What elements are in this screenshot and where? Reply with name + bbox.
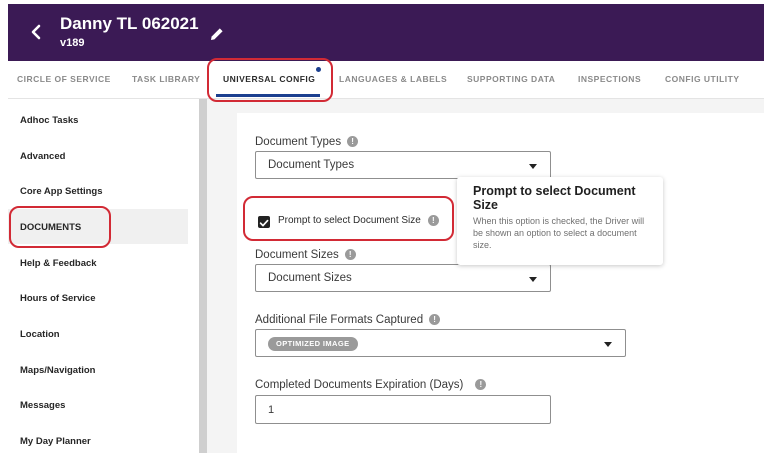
checkmark-icon	[259, 219, 269, 227]
tab-supporting-data[interactable]: SUPPORTING DATA	[467, 74, 555, 84]
sidebar-item-adhoc-tasks[interactable]: Adhoc Tasks	[20, 115, 78, 126]
sidebar-scrollbar[interactable]	[199, 99, 207, 453]
page-title: Danny TL 062021	[60, 14, 199, 33]
document-types-select[interactable]: Document Types	[255, 151, 551, 179]
expiration-days-value: 1	[268, 404, 275, 416]
tab-bar: CIRCLE OF SERVICE TASK LIBRARY UNIVERSAL…	[8, 61, 764, 99]
info-icon[interactable]: !	[429, 314, 441, 326]
back-button[interactable]	[22, 17, 52, 47]
document-sizes-select[interactable]: Document Sizes	[255, 264, 551, 292]
sidebar-item-advanced[interactable]: Advanced	[20, 151, 65, 162]
sidebar-item-messages[interactable]: Messages	[20, 400, 65, 411]
tab-universal-config[interactable]: UNIVERSAL CONFIG	[223, 74, 315, 84]
sidebar-item-my-day-planner[interactable]: My Day Planner	[20, 436, 91, 447]
tooltip-body: When this option is checked, the Driver …	[473, 216, 645, 250]
expiration-days-input[interactable]: 1	[255, 395, 551, 424]
sidebar-item-help-feedback[interactable]: Help & Feedback	[20, 258, 97, 269]
info-icon[interactable]: !	[427, 215, 439, 226]
document-sizes-label: Document Sizes!	[255, 249, 356, 261]
version-label: v189	[60, 37, 85, 49]
tab-task-library[interactable]: TASK LIBRARY	[132, 74, 200, 84]
sidebar: Adhoc Tasks Advanced Core App Settings D…	[8, 99, 198, 453]
sidebar-item-hours-of-service[interactable]: Hours of Service	[20, 293, 96, 304]
expiration-label: Completed Documents Expiration (Days)!	[255, 379, 487, 391]
prompt-document-size-label: Prompt to select Document Size!	[278, 215, 439, 226]
sidebar-item-core-app-settings[interactable]: Core App Settings	[20, 186, 103, 197]
unsaved-changes-dot	[316, 67, 321, 72]
expiration-label-text: Completed Documents Expiration (Days)	[255, 379, 464, 391]
sidebar-item-documents[interactable]: DOCUMENTS	[20, 222, 81, 233]
caret-down-icon	[529, 164, 537, 169]
caret-down-icon	[604, 342, 612, 347]
document-sizes-label-text: Document Sizes	[255, 249, 339, 261]
prompt-document-size-label-text: Prompt to select Document Size	[278, 215, 421, 227]
info-icon[interactable]: !	[344, 249, 356, 261]
edit-title-button[interactable]	[208, 25, 226, 43]
pencil-icon	[211, 28, 223, 40]
optimized-image-chip[interactable]: OPTIMIZED IMAGE	[268, 337, 358, 351]
app-header: Danny TL 062021 v189	[8, 4, 764, 61]
sidebar-item-maps-navigation[interactable]: Maps/Navigation	[20, 365, 96, 376]
chevron-left-icon	[31, 24, 41, 40]
document-sizes-select-value: Document Sizes	[268, 272, 352, 284]
tab-inspections[interactable]: INSPECTIONS	[578, 74, 641, 84]
document-types-label: Document Types!	[255, 136, 359, 148]
prompt-document-size-checkbox[interactable]	[258, 216, 270, 228]
tab-languages-labels[interactable]: LANGUAGES & LABELS	[339, 74, 447, 84]
info-icon[interactable]: !	[475, 379, 487, 391]
prompt-document-size-tooltip: Prompt to select Document Size When this…	[457, 177, 663, 265]
file-formats-label-text: Additional File Formats Captured	[255, 314, 424, 326]
caret-down-icon	[529, 277, 537, 282]
tab-config-utility[interactable]: CONFIG UTILITY	[665, 74, 740, 84]
config-page: Danny TL 062021 v189 CIRCLE OF SERVICE T…	[0, 0, 764, 453]
sidebar-item-location[interactable]: Location	[20, 329, 60, 340]
document-types-label-text: Document Types	[255, 136, 342, 148]
document-types-select-value: Document Types	[268, 159, 355, 171]
file-formats-label: Additional File Formats Captured!	[255, 314, 441, 326]
tooltip-title: Prompt to select Document Size	[473, 184, 636, 212]
info-icon[interactable]: !	[347, 136, 359, 148]
tab-circle-of-service[interactable]: CIRCLE OF SERVICE	[17, 74, 111, 84]
active-tab-indicator	[216, 94, 320, 97]
